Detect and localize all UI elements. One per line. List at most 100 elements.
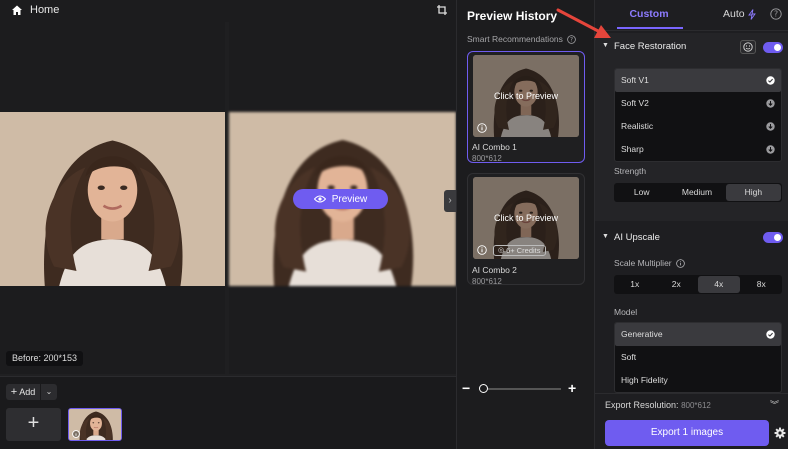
strength-low[interactable]: Low [614, 183, 669, 202]
home-icon[interactable] [11, 4, 23, 16]
strength-selector: Low Medium High [614, 183, 782, 202]
home-link[interactable]: Home [30, 4, 59, 16]
eye-icon [313, 195, 326, 203]
caret-down-icon: ▼ [602, 42, 609, 49]
info-icon [72, 430, 80, 438]
svg-text:?: ? [570, 36, 573, 43]
option-label: Soft V1 [621, 75, 649, 85]
smart-recommendations-label: Smart Recommendations ? [467, 34, 576, 44]
scale-1x[interactable]: 1x [614, 275, 656, 294]
scale-multiplier-text: Scale Multiplier [614, 258, 672, 268]
model-label-text: Model [614, 307, 638, 317]
lightning-icon [747, 8, 756, 20]
add-dropdown-chevron-icon[interactable]: ⌄ [41, 384, 57, 400]
add-button[interactable]: + Add [6, 384, 40, 400]
card-size: 800*612 [472, 277, 502, 286]
add-button-label: Add [19, 387, 36, 397]
export-divider [595, 393, 788, 394]
help-icon[interactable]: ? [770, 8, 782, 20]
coin-icon: ◎ [498, 247, 505, 254]
click-to-preview-label: Click to Preview [493, 91, 558, 101]
add-image-tile[interactable]: + [6, 408, 61, 441]
credits-text: 6+ Credits [506, 246, 541, 255]
option-label: Sharp [621, 144, 644, 154]
download-icon[interactable] [766, 145, 775, 154]
info-icon[interactable] [477, 245, 487, 255]
ai-upscale-toggle[interactable] [763, 232, 783, 243]
download-icon[interactable] [766, 122, 775, 131]
zoom-out-button[interactable]: − [462, 380, 470, 396]
export-resolution-value: 800*612 [681, 401, 711, 410]
click-to-preview-label: Click to Preview [493, 213, 558, 223]
strength-medium[interactable]: Medium [669, 183, 724, 202]
face-restoration-title: Face Restoration [614, 41, 687, 52]
expand-panel-handle[interactable]: › [444, 190, 456, 212]
history-title: Preview History [467, 9, 558, 23]
crop-icon[interactable] [436, 4, 448, 16]
ai-upscale-title: AI Upscale [614, 232, 660, 243]
scale-8x[interactable]: 8x [741, 275, 783, 294]
plus-icon: + [10, 386, 18, 398]
zoom-in-button[interactable]: + [568, 380, 576, 396]
check-circle-icon [766, 76, 775, 85]
zoom-slider-track[interactable] [483, 388, 561, 390]
face-model-option[interactable]: Soft V2 [615, 92, 781, 115]
option-label: Soft V2 [621, 98, 649, 108]
before-pane [0, 22, 225, 374]
zoom-slider-handle[interactable] [479, 384, 488, 393]
history-card-1[interactable]: Click to Preview AI Combo 1 800*612 [467, 51, 585, 163]
option-label: Soft [621, 352, 637, 362]
preview-button-label: Preview [331, 193, 368, 205]
scale-4x[interactable]: 4x [698, 276, 740, 293]
face-model-option[interactable]: Realistic [615, 115, 781, 138]
option-label: Generative [621, 329, 663, 339]
card-name: AI Combo 1 [472, 142, 517, 152]
caret-down-icon: ▼ [602, 233, 609, 240]
export-resolution: Export Resolution: 800*612 [605, 400, 711, 410]
face-model-option[interactable]: Soft V1 [615, 69, 781, 92]
face-model-list: Soft V1 Soft V2 Realistic Sharp [614, 68, 782, 162]
export-button[interactable]: Export 1 images [605, 420, 769, 446]
top-bar: Home [0, 0, 456, 22]
history-card-2[interactable]: Click to Preview ◎ 6+ Credits AI Combo 2… [467, 173, 585, 286]
help-circle-icon[interactable]: ? [567, 34, 576, 44]
card-name: AI Combo 2 [472, 265, 517, 275]
scale-multiplier-label: Scale Multiplier [614, 258, 685, 268]
tab-custom[interactable]: Custom [619, 8, 679, 20]
tab-auto-label: Auto [723, 8, 745, 20]
settings-panel: Custom Auto ? ▼ Face Restoration Soft V1 [594, 0, 788, 449]
image-thumbnail[interactable] [68, 408, 122, 441]
upscale-model-list: Generative Soft High Fidelity [614, 322, 782, 393]
tab-auto[interactable]: Auto [723, 8, 756, 20]
card-size: 800*612 [472, 154, 502, 163]
credits-badge: ◎ 6+ Credits [493, 245, 546, 256]
double-chevron-down-icon[interactable]: ︾ [770, 398, 779, 411]
active-tab-indicator [617, 27, 683, 29]
face-smile-icon[interactable] [740, 40, 756, 54]
export-resolution-label: Export Resolution: [605, 400, 679, 410]
upscale-model-option[interactable]: Soft [615, 346, 781, 369]
strength-label-text: Strength [614, 166, 647, 176]
preview-button[interactable]: Preview [293, 189, 388, 209]
upscale-model-option[interactable]: Generative [615, 323, 781, 346]
ai-upscale-header[interactable]: ▼ AI Upscale [595, 226, 788, 250]
scale-multiplier-selector: 1x 2x 4x 8x [614, 275, 782, 294]
gear-icon[interactable] [774, 427, 786, 439]
option-label: High Fidelity [621, 375, 668, 385]
face-restoration-toggle[interactable] [763, 42, 783, 53]
strength-high[interactable]: High [725, 184, 781, 201]
face-restoration-header[interactable]: ▼ Face Restoration [595, 35, 788, 59]
download-icon[interactable] [766, 99, 775, 108]
card-thumbnail: Click to Preview ◎ 6+ Credits [473, 177, 579, 259]
face-model-option[interactable]: Sharp [615, 138, 781, 161]
upscale-model-option[interactable]: High Fidelity [615, 369, 781, 392]
before-image [0, 112, 225, 286]
strength-label: Strength [614, 166, 646, 176]
option-label: Realistic [621, 121, 654, 131]
scale-2x[interactable]: 2x [656, 275, 698, 294]
before-size-badge: Before: 200*153 [6, 351, 84, 366]
workspace: Home › Preview Before: 200*153 + Add ⌄ + [0, 0, 456, 449]
info-icon[interactable] [477, 123, 487, 133]
svg-text:?: ? [774, 10, 778, 19]
info-icon[interactable] [675, 258, 685, 268]
